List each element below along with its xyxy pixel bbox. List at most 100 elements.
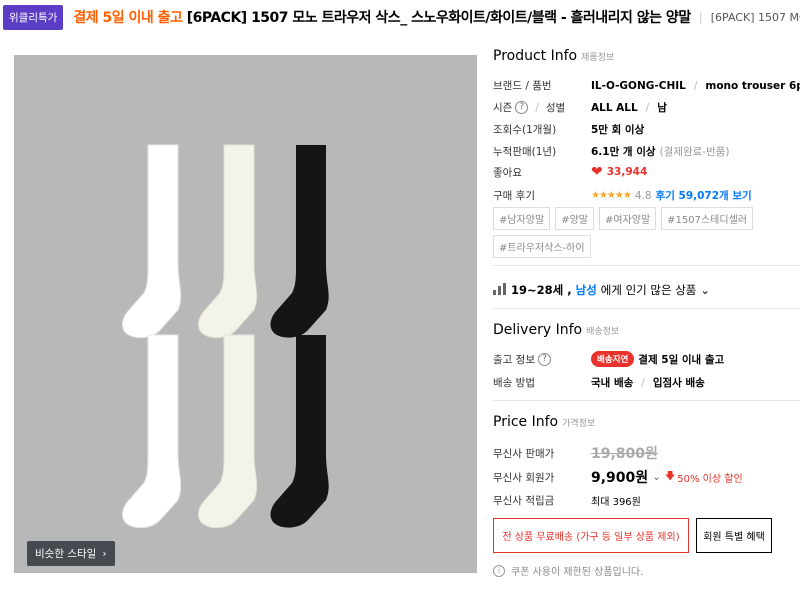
discount-value: 50% 이상 할인 [677,473,743,485]
sales-value: 6.1만 개 이상 [591,146,656,158]
likes-row: 좋아요 ❤ 33,944 [493,164,647,180]
discount-info: 🡇 50% 이상 할인 [665,469,743,486]
ship-info-label: 출고 정보 [493,353,535,366]
similar-style-button[interactable]: 비슷한 스타일 › [27,541,115,566]
ship-info-row: 출고 정보 ? 배송지연 결제 5일 이내 출고 [493,351,724,367]
sales-note: (결제완료-반품) [659,146,730,158]
similar-style-label: 비슷한 스타일 [35,548,97,560]
member-price-value: 9,900원 [591,470,649,486]
title-divider: | [698,10,703,24]
ship-method-divider: / [641,376,645,389]
title-shipping-note: 결제 5일 이내 출고 [73,10,183,26]
chevron-right-icon: › [102,547,107,560]
sock-bottom-black [270,335,329,528]
views-row: 조회수(1개월) 5만 회 이상 [493,122,644,137]
popularity-separator: , [567,283,572,297]
popularity-toggle[interactable]: 19~28세 , 남성 에게 인기 많은 상품 ⌄ [493,282,710,298]
title-product-name: [6PACK] 1507 모노 트라우저 삭스_ 스노우화이트/화이트/블랙 -… [186,10,691,26]
points-label: 무신사 적립금 [493,495,555,507]
product-info-subtitle: 제품정보 [581,53,615,63]
ship-info-value: 결제 5일 이내 출고 [638,353,725,366]
popularity-text: 에게 인기 많은 상품 [600,283,697,297]
points-row: 무신사 적립금 최대 396원 [493,493,641,508]
heart-icon: ❤ [591,164,603,180]
delivery-info-subtitle: 배송정보 [586,327,620,337]
review-link[interactable]: 후기 59,072개 보기 [656,188,752,203]
like-button[interactable]: ❤ 33,944 [591,164,647,180]
price-info-subtitle: 가격정보 [562,419,596,429]
tag-item[interactable]: #트라우저삭스-하이 [493,235,591,258]
tag-item[interactable]: #남자양말 [493,207,551,230]
help-icon[interactable]: ? [515,101,529,114]
season-value-divider: / [645,101,650,114]
divider [493,308,800,309]
season-row: 시즌 ? / 성별 ALL ALL / 남 [493,100,667,115]
tag-list: #남자양말 #양말 #여자양말 #1507스테디셀러 #트라우저삭스-하이 [493,207,793,258]
gender-label: 성별 [545,102,566,114]
sock-bottom-white [198,334,258,529]
review-row: 구매 후기 ★★★★★ 4.8 후기 59,072개 보기 [493,188,752,203]
price-info-heading: Price Info 가격정보 [493,414,595,430]
views-value: 5만 회 이상 [591,124,645,136]
price-info-title: Price Info [493,414,559,430]
chevron-down-icon[interactable]: ⌄ [652,471,661,483]
ship-method-vendor: 입점사 배송 [652,377,705,389]
socks-illustration [122,144,329,529]
sale-price-row: 무신사 판매가 19,800원 [493,443,658,463]
sock-bottom-snow-white [122,334,182,529]
help-icon[interactable]: ? [537,352,551,366]
sock-top-snow-white [122,144,182,339]
brand-sku-divider: / [693,79,698,92]
chevron-down-icon: ⌄ [700,283,711,297]
likes-count: 33,944 [606,166,648,178]
product-title: 결제 5일 이내 출고 [6PACK] 1507 모노 트라우저 삭스_ 스노우… [73,7,691,27]
season-label: 시즌 [493,102,513,114]
review-label: 구매 후기 [493,190,535,202]
ship-method-domestic: 국내 배송 [591,377,634,389]
weekly-deal-badge[interactable]: 위클리특가 [3,4,64,30]
tag-item[interactable]: #1507스테디셀러 [661,207,753,230]
product-image[interactable]: 비슷한 스타일 › [14,55,477,573]
season-value: ALL ALL [591,101,638,114]
divider [493,400,800,401]
coupon-notice: i 쿠폰 사용이 제한된 상품입니다. [493,563,643,578]
sales-row: 누적판매(1년) 6.1만 개 이상 (결제완료-반품) [493,144,730,159]
ship-method-label: 배송 방법 [493,377,535,389]
delivery-info-heading: Delivery Info 배송정보 [493,322,619,338]
popularity-gender: 남성 [575,283,597,297]
sku-value: mono trouser 6p [705,79,800,92]
coupon-notice-text: 쿠폰 사용이 제한된 상품입니다. [511,567,644,578]
sales-label: 누적판매(1년) [493,146,557,158]
season-gender-divider: / [535,101,539,114]
tag-item[interactable]: #여자양말 [598,207,657,230]
title-subtitle: [6PACK] 1507 MONO [710,10,800,24]
ship-method-row: 배송 방법 국내 배송 / 입점사 배송 [493,375,705,390]
delivery-info-title: Delivery Info [493,322,583,338]
product-info-heading: Product Info 제품정보 [493,48,614,64]
likes-label: 좋아요 [493,166,522,179]
info-icon: i [493,564,505,577]
member-price-row: 무신사 회원가 9,900원 ⌄ 🡇 50% 이상 할인 [493,467,743,487]
product-info-title: Product Info [493,48,578,64]
popularity-age: 19~28세 [511,283,564,297]
title-bar: 위클리특가 결제 5일 이내 출고 [6PACK] 1507 모노 트라우저 삭… [0,0,800,34]
sock-top-black [270,145,329,338]
gender-value: 남 [657,102,667,114]
tag-item[interactable]: #양말 [555,207,594,230]
views-label: 조회수(1개월) [493,124,557,136]
member-price-label: 무신사 회원가 [493,471,555,484]
brand-link[interactable]: IL-O-GONG-CHIL [591,80,686,92]
brand-label: 브랜드 / 품번 [493,80,552,92]
delay-badge: 배송지연 [591,351,635,367]
member-benefit-button[interactable]: 회원 특별 혜택 [696,518,772,553]
bar-chart-icon [493,282,507,298]
rating-value: 4.8 [634,189,652,202]
sock-top-white [198,144,258,339]
free-shipping-button[interactable]: 전 상품 무료배송 (가구 등 일부 상품 제외) [493,518,689,553]
points-value: 최대 396원 [591,497,641,508]
brand-row: 브랜드 / 품번 IL-O-GONG-CHIL / mono trouser 6… [493,78,800,93]
star-rating-icon: ★★★★★ [591,190,632,201]
sale-price-label: 무신사 판매가 [493,447,555,460]
arrow-down-icon: 🡇 [664,470,676,482]
sale-price-value: 19,800원 [591,446,658,462]
